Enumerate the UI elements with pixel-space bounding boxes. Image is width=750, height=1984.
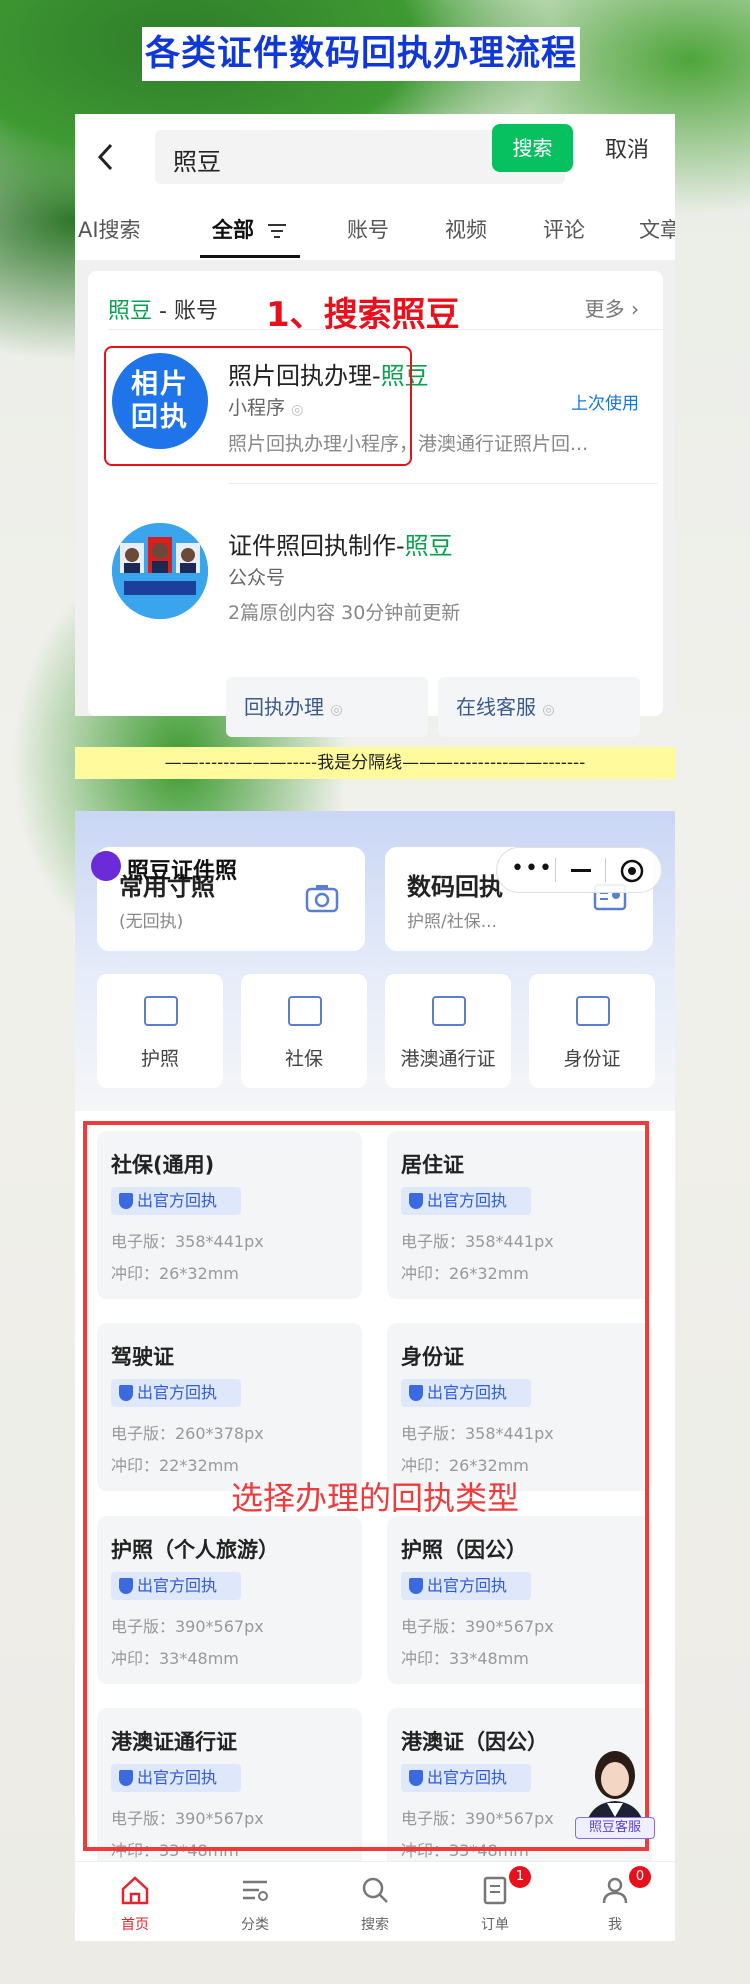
nav-home[interactable]: 首页: [75, 1862, 195, 1941]
nav-label: 首页: [121, 1917, 149, 1933]
card-subtitle: (无回执): [119, 912, 184, 932]
camera-icon: [305, 883, 339, 917]
search-screen: 照豆 搜索 取消 AI搜索 全部 账号 视频 评论 文章 照豆 - 账号 1、搜…: [75, 114, 675, 737]
highlight-box: [104, 346, 412, 466]
home-icon: [119, 1874, 151, 1906]
quick-label: 身份证: [563, 1048, 621, 1070]
result-description: 2篇原创内容 30分钟前更新: [228, 602, 461, 624]
tab-all-label: 全部: [212, 218, 254, 242]
message-count-badge: 0: [629, 1866, 651, 1888]
tab-videos[interactable]: 视频: [445, 214, 487, 244]
quick-label: 港澳通行证: [400, 1048, 496, 1070]
miniapp-capsule: •••: [496, 847, 662, 893]
nav-label: 分类: [241, 1917, 269, 1933]
card-title: 数码回执: [407, 873, 503, 901]
header-suffix: - 账号: [152, 299, 218, 324]
account-results-card: 照豆 - 账号 1、搜索照豆 更多 › 相片 回执 照片回执办理-照豆 小程序 ◎…: [88, 271, 663, 737]
quick-id-card[interactable]: 身份证: [529, 974, 655, 1088]
nav-search[interactable]: 搜索: [315, 1862, 435, 1941]
account-section-header: 照豆 - 账号: [108, 293, 218, 325]
order-count-badge: 1: [509, 1866, 531, 1888]
last-used-tag: 上次使用: [571, 394, 639, 414]
quick-social-security[interactable]: 社保: [241, 974, 367, 1088]
list-icon: [239, 1874, 271, 1906]
divider: [228, 483, 658, 484]
quick-hk-macau-permit[interactable]: 港澳通行证: [385, 974, 511, 1088]
close-target-icon[interactable]: [619, 858, 645, 888]
app-name: 照豆证件照: [127, 859, 238, 884]
nav-category[interactable]: 分类: [195, 1862, 315, 1941]
tab-all[interactable]: 全部: [212, 214, 287, 244]
result-title-prefix: 证件照回执制作-: [228, 532, 405, 560]
quick-passport[interactable]: 护照: [97, 974, 223, 1088]
header-keyword: 照豆: [108, 299, 153, 324]
social-security-icon: [288, 996, 322, 1026]
tab-accounts[interactable]: 账号: [347, 214, 389, 244]
chip-label: 回执办理: [244, 695, 324, 719]
separator-bar: ——------———-----我是分隔线———---------——-----…: [75, 747, 675, 779]
verified-icon: ◎: [542, 702, 555, 718]
active-tab-indicator: [200, 255, 300, 258]
tab-articles[interactable]: 文章: [639, 214, 675, 244]
minimize-icon[interactable]: [571, 869, 591, 872]
search-button[interactable]: 搜索: [492, 124, 573, 172]
quick-label: 护照: [140, 1048, 179, 1070]
quick-label: 社保: [284, 1048, 323, 1070]
nav-label: 搜索: [361, 1917, 389, 1933]
miniapp-screen: 常用寸照 (无回执) 数码回执 护照/社保... 照豆证件照 ••• 护照 社保…: [75, 811, 675, 1941]
tab-comments[interactable]: 评论: [543, 214, 585, 244]
nav-orders[interactable]: 1 订单: [435, 1862, 555, 1941]
page-headline: 各类证件数码回执办理流程: [142, 27, 580, 81]
bottom-nav: 首页 分类 搜索 1 订单 0 我: [75, 1861, 675, 1941]
passport-icon: [144, 996, 178, 1026]
filter-icon[interactable]: [267, 223, 287, 239]
order-icon: [479, 1874, 511, 1906]
step-annotation: 选择办理的回执类型: [230, 1479, 519, 1517]
verified-icon: ◎: [330, 702, 343, 718]
result-title[interactable]: 证件照回执制作-照豆: [228, 526, 453, 561]
search-query-text: 照豆: [173, 148, 221, 176]
result-title-keyword: 照豆: [404, 532, 453, 560]
nav-label: 我: [608, 1917, 622, 1933]
chip-online-service[interactable]: 在线客服 ◎: [438, 677, 640, 737]
search-icon: [359, 1874, 391, 1906]
tab-ai-search[interactable]: AI搜索: [78, 214, 141, 244]
divider: [605, 858, 606, 882]
nav-me[interactable]: 0 我: [555, 1862, 675, 1941]
chip-receipt-service[interactable]: 回执办理 ◎: [226, 677, 428, 737]
search-bar: 照豆 搜索 取消: [75, 114, 675, 200]
permit-icon: [432, 996, 466, 1026]
result-type: 公众号: [228, 567, 286, 589]
customer-service-label[interactable]: 照豆客服: [575, 1817, 655, 1839]
more-options-icon[interactable]: •••: [511, 856, 553, 881]
search-tabs: AI搜索 全部 账号 视频 评论 文章: [75, 200, 675, 260]
more-link[interactable]: 更多 ›: [585, 293, 639, 322]
card-subtitle: 护照/社保...: [407, 912, 497, 932]
id-card-icon: [576, 996, 610, 1026]
user-icon: [599, 1874, 631, 1906]
official-account-avatar[interactable]: [112, 523, 208, 619]
cancel-button[interactable]: 取消: [605, 132, 649, 164]
nav-label: 订单: [481, 1917, 509, 1933]
chip-label: 在线客服: [456, 695, 536, 719]
divider: [555, 858, 556, 882]
app-logo-icon: [91, 851, 121, 881]
chevron-left-icon[interactable]: [95, 142, 117, 172]
customer-service-avatar[interactable]: [575, 1743, 655, 1861]
divider: [108, 329, 663, 330]
